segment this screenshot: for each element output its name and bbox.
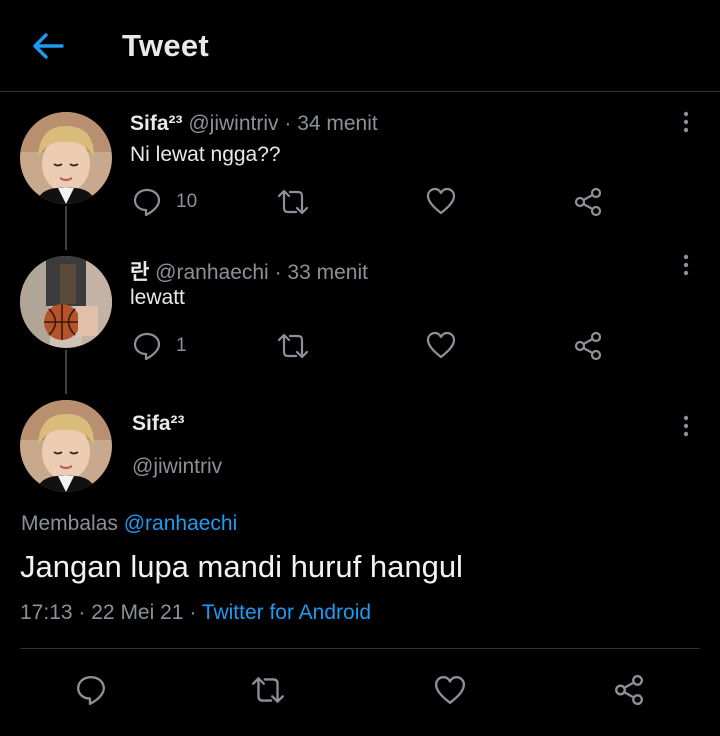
share-icon <box>615 674 643 706</box>
tweet-text: Jangan lupa mandi huruf hangul <box>20 549 463 584</box>
page-title: Tweet <box>122 28 210 63</box>
reply-button[interactable]: 10 <box>132 187 197 217</box>
share-icon <box>574 187 602 217</box>
divider <box>20 648 700 649</box>
tweet-text: lewatt <box>130 286 185 309</box>
retweet-button[interactable] <box>276 331 310 361</box>
replying-to: Membalas @ranhaechi <box>21 512 237 536</box>
thread-connector <box>65 350 67 394</box>
retweet-icon <box>277 189 309 215</box>
more-icon[interactable] <box>681 414 691 438</box>
more-icon[interactable] <box>681 110 691 134</box>
display-name[interactable]: 란 <box>130 261 149 284</box>
replying-label: Membalas <box>21 512 118 535</box>
display-name[interactable]: Sifa²³ <box>132 412 185 436</box>
arrow-left-icon <box>33 33 64 59</box>
replying-to-link[interactable]: @ranhaechi <box>124 512 238 535</box>
tweet-meta: 란 @ranhaechi · 33 menit <box>130 256 368 286</box>
more-icon[interactable] <box>681 253 691 277</box>
retweet-icon <box>277 333 309 359</box>
like-icon <box>426 187 456 215</box>
tweet-timestamp: 17:13 · 22 Mei 21 · Twitter for Android <box>20 601 371 625</box>
like-button[interactable] <box>434 675 466 705</box>
back-button[interactable] <box>28 28 68 64</box>
share-icon <box>574 331 602 361</box>
display-name[interactable]: Sifa²³ <box>130 112 183 135</box>
retweet-button[interactable] <box>276 187 310 217</box>
tweet-meta: Sifa²³ @jiwintriv · 34 menit <box>130 112 378 136</box>
like-icon <box>426 331 456 359</box>
tweet-source-link[interactable]: Twitter for Android <box>202 601 371 624</box>
user-handle[interactable]: @ranhaechi <box>155 261 269 284</box>
thread-connector <box>65 206 67 250</box>
user-handle[interactable]: @jiwintriv <box>132 455 222 479</box>
reply-icon <box>133 332 161 361</box>
share-button[interactable] <box>573 331 603 361</box>
avatar[interactable] <box>20 112 112 204</box>
reply-button[interactable] <box>75 674 107 706</box>
separator: · <box>284 112 292 135</box>
tweet-text: Ni lewat ngga?? <box>130 143 281 166</box>
share-button[interactable] <box>573 187 603 217</box>
avatar[interactable] <box>20 256 112 348</box>
like-button[interactable] <box>426 331 456 359</box>
reply-icon <box>77 676 105 706</box>
retweet-button[interactable] <box>250 674 286 706</box>
reply-count: 10 <box>176 191 198 212</box>
separator: · <box>189 601 197 624</box>
retweet-icon <box>252 677 284 703</box>
reply-button[interactable]: 1 <box>132 331 187 361</box>
timestamp: 33 menit <box>287 261 368 284</box>
like-button[interactable] <box>426 187 456 215</box>
share-button[interactable] <box>613 674 645 706</box>
tweet-date: 22 Mei 21 <box>91 601 184 624</box>
reply-count: 1 <box>176 335 187 356</box>
timestamp: 34 menit <box>297 112 378 135</box>
avatar[interactable] <box>20 400 112 492</box>
user-handle[interactable]: @jiwintriv <box>188 112 278 135</box>
separator: · <box>78 601 86 624</box>
separator: · <box>274 261 282 284</box>
top-bar: Tweet <box>0 0 720 92</box>
tweet-time: 17:13 <box>20 601 73 624</box>
reply-icon <box>133 188 161 217</box>
like-icon <box>434 676 466 704</box>
